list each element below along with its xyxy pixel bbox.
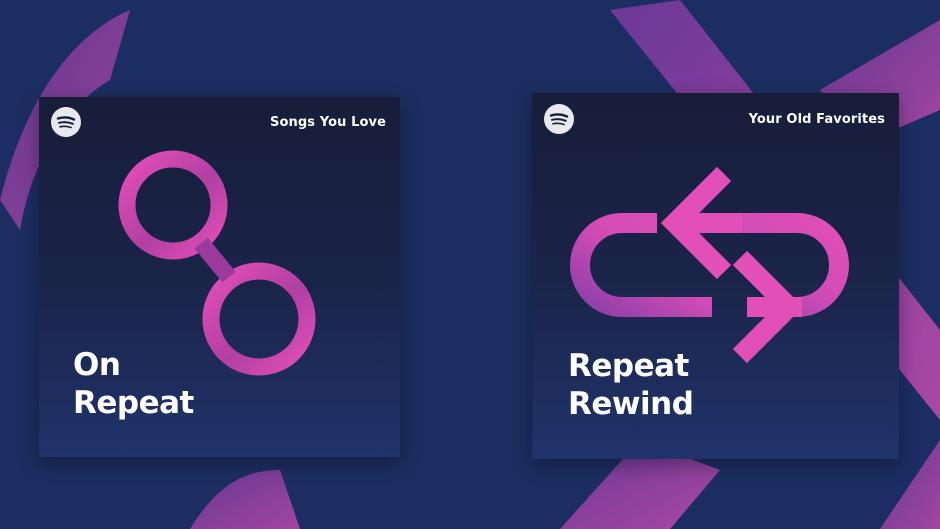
cover-subtitle: Your Old Favorites [748, 112, 885, 127]
cover-title-line2: Repeat [73, 385, 194, 421]
spotify-logo-icon [544, 104, 574, 134]
cover-title-line2: Rewind [568, 386, 694, 422]
background-swoosh-bottomleft [190, 470, 300, 529]
cover-subtitle: Songs You Love [270, 115, 386, 130]
cover-title: On Repeat [73, 346, 194, 422]
playlist-cover-repeat-rewind[interactable]: Your Old Favorites Repeat Rewind [532, 93, 899, 459]
cover-title: Repeat Rewind [568, 347, 694, 423]
spotify-logo-icon [51, 107, 81, 137]
playlist-cover-on-repeat[interactable]: Songs You Love On Repeat [39, 97, 400, 457]
cover-title-line1: Repeat [568, 348, 689, 384]
cover-title-line1: On [73, 347, 121, 383]
rewind-arrows-icon [570, 166, 849, 364]
